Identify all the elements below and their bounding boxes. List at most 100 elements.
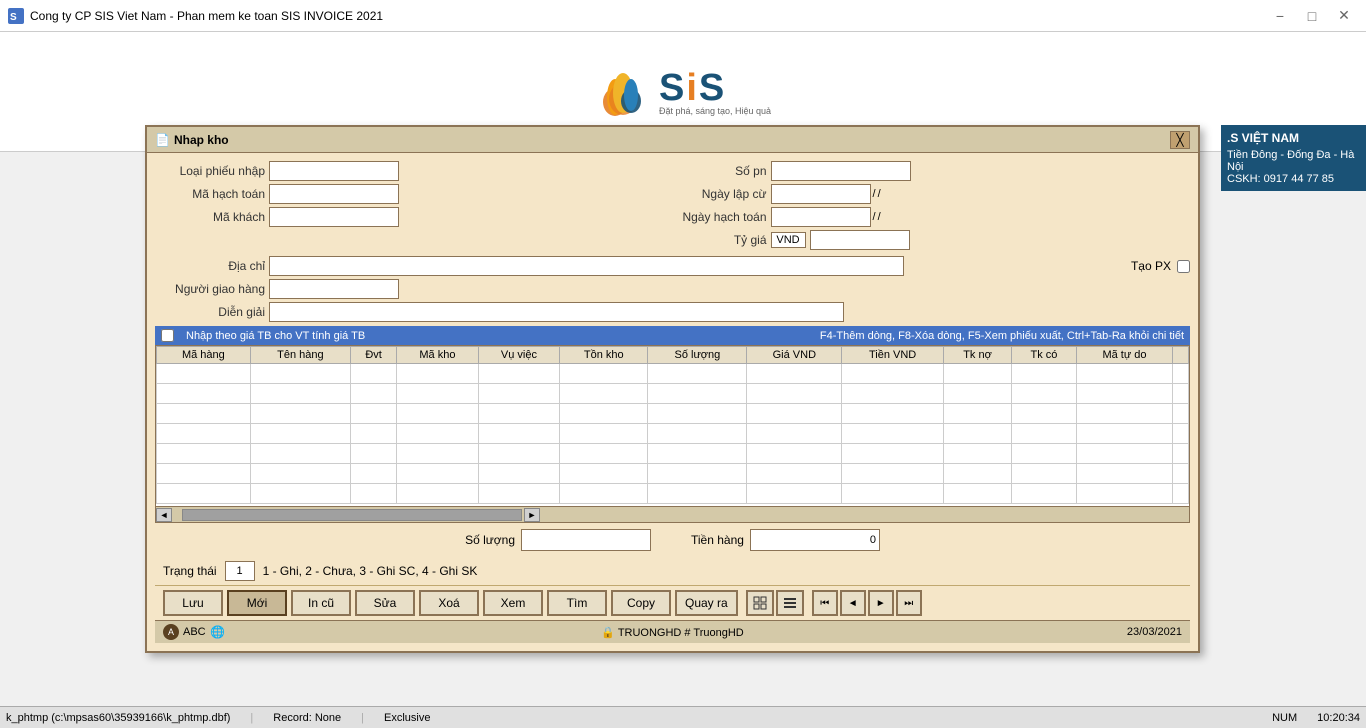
moi-button[interactable]: Mới xyxy=(227,590,287,616)
col-ma-tu-do: Mã tự do xyxy=(1076,347,1172,364)
status-mode: Exclusive xyxy=(384,712,430,724)
ngay-lap-cu-input[interactable] xyxy=(771,184,871,204)
ma-khach-input[interactable] xyxy=(269,207,399,227)
user-info: TRUONGHD # TruongHD xyxy=(618,627,744,639)
logo-text-s2: S xyxy=(699,67,726,110)
scroll-right-button[interactable]: ► xyxy=(524,508,540,522)
ma-hach-toan-row: Mã hạch toán xyxy=(155,184,669,204)
form-section: Loại phiếu nhập Mã hạch toán Mã khách Số… xyxy=(155,161,1190,250)
app-status-bar: k_phtmp (c:\mpsas60\35939166\k_phtmp.dbf… xyxy=(0,706,1366,728)
nhap-theo-gia-tb-checkbox[interactable] xyxy=(161,329,174,342)
data-table: Mã hàng Tên hàng Đvt Mã kho Vụ việc Tồn … xyxy=(156,346,1189,504)
loai-phieu-nhap-input[interactable] xyxy=(269,161,399,181)
table-header-bar: Nhập theo giá TB cho VT tính giá TB F4-T… xyxy=(155,326,1190,345)
vnd-badge: VND xyxy=(771,232,806,248)
title-bar: S Cong ty CP SIS Viet Nam - Phan mem ke … xyxy=(0,0,1366,32)
form-right: Số pn Ngày lập cừ / / Ngày hạch toán / xyxy=(677,161,1191,250)
so-luong-summary-input[interactable] xyxy=(521,529,651,551)
close-button[interactable]: ✕ xyxy=(1330,2,1358,30)
ma-khach-label: Mã khách xyxy=(155,210,265,224)
ngay-hach-toan-row: Ngày hạch toán / / xyxy=(677,207,1191,227)
ngay-lap-cu-row: Ngày lập cừ / / xyxy=(677,184,1191,204)
nguoi-giao-hang-input[interactable] xyxy=(269,279,399,299)
list-icon-button[interactable] xyxy=(776,590,804,616)
col-ma-kho: Mã kho xyxy=(397,347,479,364)
nav-last-button[interactable]: ⏭ xyxy=(896,590,922,616)
loai-phieu-nhap-label: Loại phiếu nhập xyxy=(155,164,265,178)
ty-gia-label: Tỷ giá xyxy=(677,233,767,247)
dialog-title-bar: 📄 Nhap kho ╳ xyxy=(147,127,1198,153)
right-panel-phone: CSKH: 0917 44 77 85 xyxy=(1227,173,1360,185)
status-num: NUM xyxy=(1272,712,1297,724)
table-scroll-area[interactable]: Mã hàng Tên hàng Đvt Mã kho Vụ việc Tồn … xyxy=(156,346,1189,506)
status-record: Record: None xyxy=(273,712,341,724)
col-vu-viec: Vụ việc xyxy=(478,347,560,364)
ty-gia-row: Tỷ giá VND xyxy=(677,230,1191,250)
col-dvt: Đvt xyxy=(351,347,397,364)
col-scroll xyxy=(1173,347,1189,364)
window-controls: − □ ✕ xyxy=(1266,2,1358,30)
scroll-left-button[interactable]: ◄ xyxy=(156,508,172,522)
so-pn-input[interactable] xyxy=(771,161,911,181)
company-name: ABC xyxy=(183,626,206,638)
col-ton-kho: Tồn kho xyxy=(560,347,648,364)
so-luong-summary: Số lượng xyxy=(465,529,651,551)
ngay-hach-toan-group: / / xyxy=(771,207,881,227)
dialog-close-button[interactable]: ╳ xyxy=(1170,131,1190,149)
copy-button[interactable]: Copy xyxy=(611,590,671,616)
nguoi-giao-hang-label: Người giao hàng xyxy=(155,282,265,296)
dialog-icon: 📄 xyxy=(155,133,170,147)
tim-button[interactable]: Tìm xyxy=(547,590,607,616)
form-left: Loại phiếu nhập Mã hạch toán Mã khách xyxy=(155,161,669,250)
nhap-kho-dialog: 📄 Nhap kho ╳ Loại phiếu nhập Mã hạch toá… xyxy=(145,125,1200,653)
ma-khach-row: Mã khách xyxy=(155,207,669,227)
date-sep-2: / xyxy=(878,188,881,200)
bottom-right-info: 23/03/2021 xyxy=(848,626,1182,638)
bottom-left-info: A ABC 🌐 xyxy=(163,624,497,640)
quay-ra-button[interactable]: Quay ra xyxy=(675,590,738,616)
ty-gia-input[interactable] xyxy=(810,230,910,250)
so-pn-row: Số pn xyxy=(677,161,1191,181)
data-table-container: Mã hàng Tên hàng Đvt Mã kho Vụ việc Tồn … xyxy=(155,345,1190,523)
logo-text-i: i xyxy=(686,67,699,110)
dien-giai-input[interactable] xyxy=(269,302,844,322)
right-panel-address: Tiền Đông - Đống Đa - Hà Nội xyxy=(1227,149,1360,173)
table-row xyxy=(157,384,1189,404)
window-title: Cong ty CP SIS Viet Nam - Phan mem ke to… xyxy=(30,9,1266,23)
tien-hang-summary: Tiền hàng xyxy=(691,529,880,551)
xoa-button[interactable]: Xoá xyxy=(419,590,479,616)
trang-thai-input[interactable] xyxy=(225,561,255,581)
app-icon: S xyxy=(8,8,24,24)
luu-button[interactable]: Lưu xyxy=(163,590,223,616)
xem-button[interactable]: Xem xyxy=(483,590,543,616)
tien-hang-summary-input[interactable] xyxy=(750,529,880,551)
scroll-thumb[interactable] xyxy=(182,509,522,521)
table-row xyxy=(157,464,1189,484)
ma-hach-toan-input[interactable] xyxy=(269,184,399,204)
grid-icon-button[interactable] xyxy=(746,590,774,616)
table-row xyxy=(157,444,1189,464)
in-cu-button[interactable]: In cũ xyxy=(291,590,351,616)
col-tk-co: Tk có xyxy=(1012,347,1077,364)
col-so-luong: Số lượng xyxy=(648,347,747,364)
horizontal-scrollbar[interactable]: ◄ ► xyxy=(156,506,1189,522)
col-ma-hang: Mã hàng xyxy=(157,347,251,364)
nav-first-button[interactable]: ⏮ xyxy=(812,590,838,616)
ngay-hach-toan-input[interactable] xyxy=(771,207,871,227)
ngay-hach-toan-label: Ngày hạch toán xyxy=(677,210,767,224)
ngay-lap-cu-label: Ngày lập cừ xyxy=(677,187,767,201)
table-hint: F4-Thêm dòng, F8-Xóa dòng, F5-Xem phiếu … xyxy=(820,330,1184,342)
so-pn-label: Số pn xyxy=(677,164,767,178)
nav-next-button[interactable]: ► xyxy=(868,590,894,616)
bottom-center-info: 🔒 TRUONGHD # TruongHD xyxy=(505,626,839,639)
loai-phieu-nhap-row: Loại phiếu nhập xyxy=(155,161,669,181)
minimize-button[interactable]: − xyxy=(1266,2,1294,30)
dia-chi-input[interactable] xyxy=(269,256,904,276)
so-luong-summary-label: Số lượng xyxy=(465,533,515,547)
tao-px-checkbox[interactable] xyxy=(1177,260,1190,273)
nav-prev-button[interactable]: ◄ xyxy=(840,590,866,616)
tien-hang-summary-label: Tiền hàng xyxy=(691,533,744,547)
maximize-button[interactable]: □ xyxy=(1298,2,1326,30)
sua-button[interactable]: Sửa xyxy=(355,590,415,616)
button-bar: Lưu Mới In cũ Sửa Xoá Xem Tìm Copy Quay … xyxy=(155,585,1190,620)
